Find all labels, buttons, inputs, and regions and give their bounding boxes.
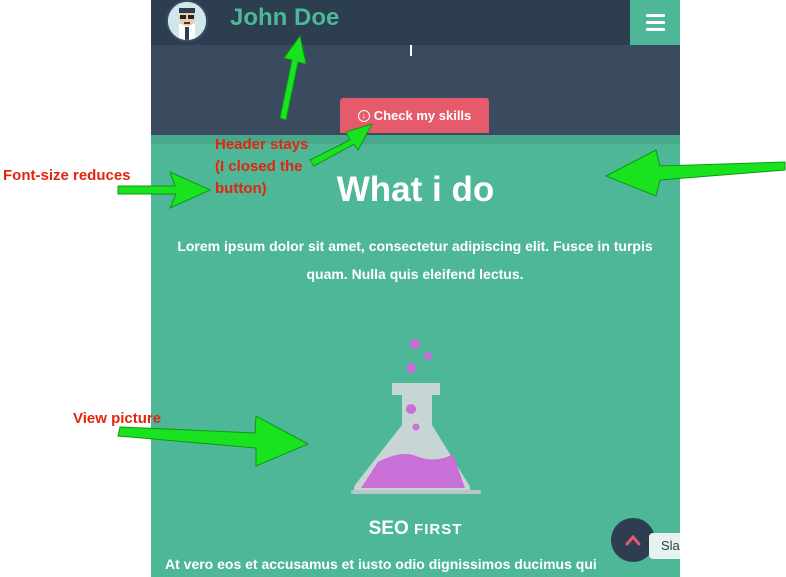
- annotation-header-line3: button): [215, 180, 267, 197]
- annotation-view-picture: View picture: [73, 410, 162, 427]
- annotation-header-line1: Header stays: [215, 136, 309, 153]
- arrow-font-size: [117, 171, 212, 209]
- annotation-font-size: Font-size reduces: [3, 167, 131, 184]
- arrow-to-name: [279, 34, 307, 121]
- arrow-right-side: [604, 149, 786, 197]
- annotation-header-line2: (I closed the: [215, 158, 303, 175]
- annotation-header-stays: Header stays (I closed the button): [215, 134, 335, 200]
- annotation-arrows: [117, 34, 786, 467]
